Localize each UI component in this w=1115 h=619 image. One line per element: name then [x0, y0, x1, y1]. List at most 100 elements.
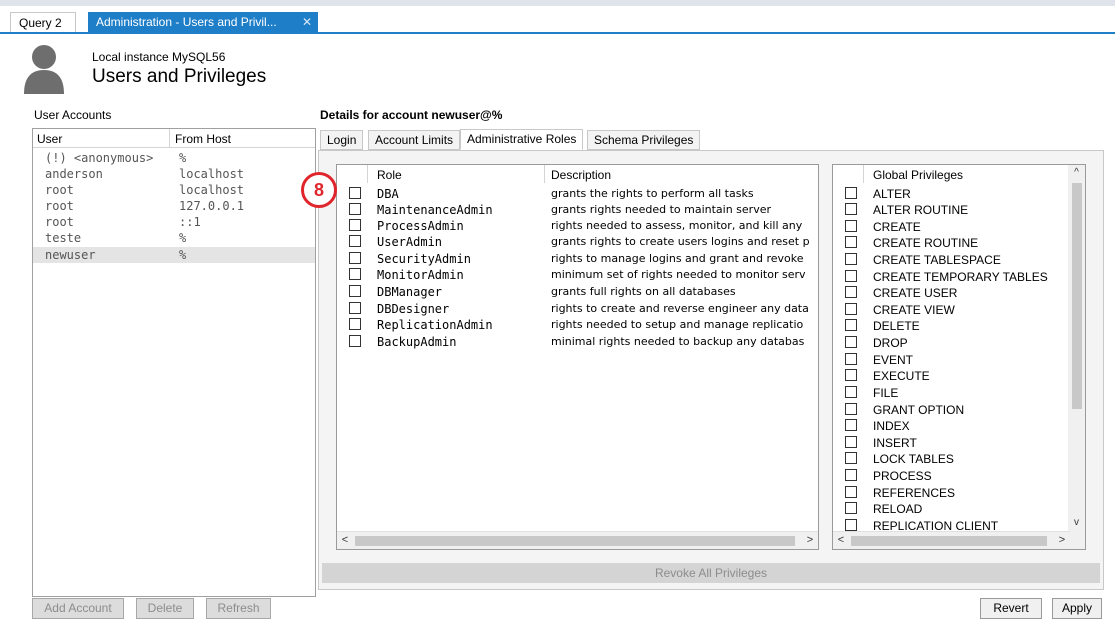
privilege-row[interactable]: CREATE [833, 219, 1063, 235]
roles-table[interactable]: Role Description DBA grants the rights to… [336, 164, 819, 550]
privilege-checkbox[interactable] [845, 469, 857, 481]
scroll-left-icon[interactable]: < [337, 532, 353, 549]
role-row[interactable]: SecurityAdmin rights to manage logins and… [337, 251, 818, 267]
column-header-role[interactable]: Role [377, 168, 402, 182]
scrollbar-thumb[interactable] [355, 536, 795, 546]
role-checkbox[interactable] [349, 318, 361, 330]
privilege-row[interactable]: INSERT [833, 435, 1063, 451]
privileges-horizontal-scrollbar[interactable]: < > [833, 531, 1070, 549]
role-checkbox[interactable] [349, 219, 361, 231]
privilege-checkbox[interactable] [845, 486, 857, 498]
role-checkbox[interactable] [349, 187, 361, 199]
account-row[interactable]: teste% [33, 230, 315, 246]
user-accounts-list[interactable]: User From Host (!) <anonymous>% anderson… [32, 128, 316, 597]
privilege-row[interactable]: LOCK TABLES [833, 451, 1063, 467]
tab-account-limits[interactable]: Account Limits [368, 130, 461, 150]
column-header-global-privileges[interactable]: Global Privileges [873, 168, 963, 182]
tab-schema-privileges[interactable]: Schema Privileges [587, 130, 701, 150]
role-checkbox[interactable] [349, 268, 361, 280]
privilege-row[interactable]: CREATE TABLESPACE [833, 252, 1063, 268]
role-checkbox[interactable] [349, 203, 361, 215]
column-header-user[interactable]: User [37, 132, 62, 146]
privilege-checkbox[interactable] [845, 436, 857, 448]
refresh-button[interactable]: Refresh [206, 598, 271, 619]
privilege-checkbox[interactable] [845, 336, 857, 348]
scrollbar-thumb[interactable] [1072, 183, 1082, 409]
account-row[interactable]: anderson localhost [33, 166, 315, 182]
privilege-checkbox[interactable] [845, 203, 857, 215]
role-row[interactable]: DBDesigner rights to create and reverse e… [337, 301, 818, 317]
tab-query-2[interactable]: Query 2 [10, 12, 76, 32]
privilege-row[interactable]: ALTER ROUTINE [833, 202, 1063, 218]
privilege-row[interactable]: EVENT [833, 352, 1063, 368]
privilege-row[interactable]: DROP [833, 335, 1063, 351]
role-row[interactable]: BackupAdmin minimal rights needed to back… [337, 334, 818, 350]
tab-login[interactable]: Login [320, 130, 364, 150]
role-row[interactable]: DBA grants the rights to perform all task… [337, 186, 818, 202]
role-row[interactable]: MonitorAdmin minimum set of rights needed… [337, 267, 818, 283]
privilege-row[interactable]: CREATE USER [833, 285, 1063, 301]
scrollbar-thumb[interactable] [851, 536, 1047, 546]
scroll-up-icon[interactable]: ^ [1068, 165, 1085, 181]
privilege-row[interactable]: PROCESS [833, 468, 1063, 484]
privilege-row[interactable]: RELOAD [833, 501, 1063, 517]
add-account-button[interactable]: Add Account [32, 598, 124, 619]
revert-button[interactable]: Revert [980, 598, 1042, 619]
privilege-checkbox[interactable] [845, 502, 857, 514]
role-row[interactable]: ProcessAdmin rights needed to assess, mon… [337, 218, 818, 234]
privilege-checkbox[interactable] [845, 286, 857, 298]
account-row-selected[interactable]: newuser% [33, 247, 315, 263]
account-row[interactable]: (!) <anonymous>% [33, 150, 315, 166]
privilege-row[interactable]: CREATE ROUTINE [833, 235, 1063, 251]
privilege-row[interactable]: EXECUTE [833, 368, 1063, 384]
privilege-checkbox[interactable] [845, 303, 857, 315]
role-checkbox[interactable] [349, 335, 361, 347]
privilege-checkbox[interactable] [845, 270, 857, 282]
privilege-checkbox[interactable] [845, 519, 857, 531]
roles-horizontal-scrollbar[interactable]: < > [337, 531, 818, 549]
privilege-checkbox[interactable] [845, 386, 857, 398]
close-tab-icon[interactable]: ✕ [302, 12, 312, 32]
privilege-row[interactable]: CREATE VIEW [833, 302, 1063, 318]
privilege-row[interactable]: DELETE [833, 318, 1063, 334]
tab-administrative-roles[interactable]: Administrative Roles [460, 129, 584, 150]
privilege-row[interactable]: INDEX [833, 418, 1063, 434]
scroll-right-icon[interactable]: > [1054, 532, 1070, 549]
role-checkbox[interactable] [349, 252, 361, 264]
role-row[interactable]: MaintenanceAdmin grants rights needed to … [337, 202, 818, 218]
privilege-checkbox[interactable] [845, 403, 857, 415]
tab-administration-users[interactable]: Administration - Users and Privil... ✕ [88, 12, 318, 32]
column-header-description[interactable]: Description [551, 168, 611, 182]
privilege-checkbox[interactable] [845, 187, 857, 199]
role-checkbox[interactable] [349, 302, 361, 314]
privileges-vertical-scrollbar[interactable]: ^ v [1068, 165, 1085, 549]
privilege-row[interactable]: ALTER [833, 186, 1063, 202]
apply-button[interactable]: Apply [1052, 598, 1102, 619]
role-checkbox[interactable] [349, 285, 361, 297]
account-row[interactable]: root::1 [33, 214, 315, 230]
privilege-row[interactable]: REFERENCES [833, 485, 1063, 501]
global-privileges-table[interactable]: Global Privileges ALTER ALTER ROUTINE CR… [832, 164, 1086, 550]
privilege-checkbox[interactable] [845, 452, 857, 464]
privilege-checkbox[interactable] [845, 253, 857, 265]
scroll-right-icon[interactable]: > [802, 532, 818, 549]
scroll-down-icon[interactable]: v [1068, 515, 1085, 531]
privilege-checkbox[interactable] [845, 369, 857, 381]
delete-button[interactable]: Delete [136, 598, 194, 619]
privilege-checkbox[interactable] [845, 236, 857, 248]
privilege-checkbox[interactable] [845, 319, 857, 331]
privilege-checkbox[interactable] [845, 220, 857, 232]
account-row[interactable]: root 127.0.0.1 [33, 198, 315, 214]
privilege-checkbox[interactable] [845, 353, 857, 365]
role-checkbox[interactable] [349, 235, 361, 247]
role-row[interactable]: UserAdmin grants rights to create users l… [337, 234, 818, 250]
scroll-left-icon[interactable]: < [833, 532, 849, 549]
privilege-checkbox[interactable] [845, 419, 857, 431]
revoke-all-privileges-button[interactable]: Revoke All Privileges [322, 563, 1100, 583]
role-row[interactable]: ReplicationAdmin rights needed to setup a… [337, 317, 818, 333]
privilege-row[interactable]: FILE [833, 385, 1063, 401]
column-header-from-host[interactable]: From Host [175, 132, 231, 146]
account-row[interactable]: root localhost [33, 182, 315, 198]
privilege-row[interactable]: CREATE TEMPORARY TABLES [833, 269, 1063, 285]
role-row[interactable]: DBManager grants full rights on all datab… [337, 284, 818, 300]
